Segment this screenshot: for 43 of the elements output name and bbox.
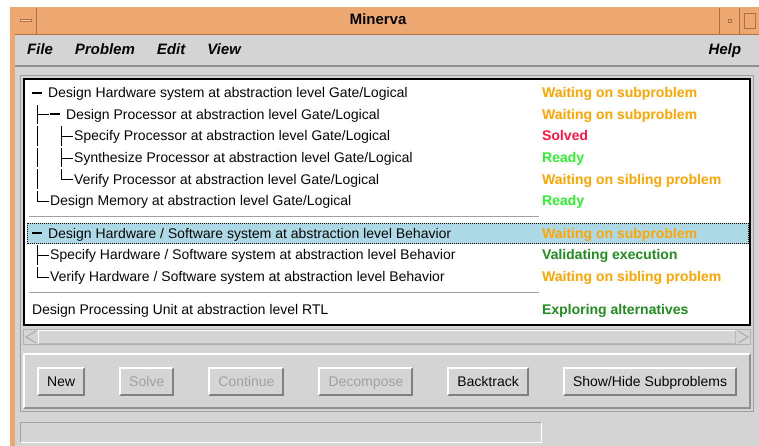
tree-row[interactable]: Verify Hardware / Software system at abstraction level Behavior Waiting on sibling problem: [27, 266, 749, 288]
problem-label: Design Hardware / Software system at abstraction level Behavior: [48, 224, 452, 243]
problem-status: Waiting on sibling problem: [542, 170, 722, 189]
problem-status: Solved: [542, 126, 588, 146]
scroll-left-icon[interactable]: [24, 330, 38, 344]
problem-status: Ready: [542, 148, 584, 168]
problem-label: Specify Hardware / Software system at abstraction level Behavior: [50, 245, 456, 264]
action-button[interactable]: New: [37, 366, 86, 396]
tree-row[interactable]: Design Processing Unit at abstraction level RTL Exploring alternatives: [27, 298, 749, 320]
problem-label: Design Processor at abstraction level Gate/Logical: [66, 104, 380, 124]
maximize-button[interactable]: [739, 8, 759, 34]
problem-status: Waiting on sibling problem: [542, 267, 722, 286]
problem-status: Waiting on subproblem: [542, 224, 698, 243]
problem-label: Synthesize Processor at abstraction level Gate/Logical: [74, 148, 413, 168]
tree-row[interactable]: Design Hardware system at abstraction level Gate/Logical Waiting on subproblem: [27, 82, 749, 104]
problem-status: Waiting on subproblem: [542, 104, 698, 124]
tree-row[interactable]: Design Hardware / Software system at abstraction level Behavior Waiting on subproblem: [27, 222, 749, 244]
tree-row[interactable]: Design Processor at abstraction level Gate/Logical Waiting on subproblem: [27, 104, 749, 126]
scroll-right-icon[interactable]: [736, 330, 750, 344]
tree-row[interactable]: Design Memory at abstraction level Gate/Logical Ready: [27, 190, 749, 212]
problem-label: Verify Hardware / Software system at abstraction level Behavior: [50, 267, 445, 286]
tree-row[interactable]: Verify Processor at abstraction level Gate/Logical Waiting on sibling problem: [27, 168, 749, 190]
problem-label: Design Hardware system at abstraction level Gate/Logical: [48, 83, 408, 102]
problem-status: Validating execution: [542, 245, 678, 264]
problem-label: Design Processing Unit at abstraction level RTL: [32, 300, 328, 319]
tree-row[interactable]: Specify Hardware / Software system at abstraction level Behavior Validating execution: [27, 244, 749, 266]
problem-status: Ready: [542, 191, 584, 210]
action-button[interactable]: Show/Hide Subproblems: [562, 366, 737, 396]
menu-item[interactable]: View: [207, 38, 241, 62]
menu-item[interactable]: Problem: [74, 38, 135, 62]
menu-item[interactable]: Edit: [156, 38, 186, 62]
tree-row[interactable]: Synthesize Processor at abstraction level Gate/Logical Ready: [27, 146, 749, 168]
horizontal-scrollbar[interactable]: [23, 329, 751, 345]
tree-row[interactable]: Specify Processor at abstraction level Gate/Logical Solved: [27, 125, 749, 147]
menu-item[interactable]: File: [27, 38, 53, 62]
problem-label: Verify Processor at abstraction level Gate/Logical: [74, 170, 380, 189]
window-title: Minerva: [348, 10, 408, 30]
problem-label: Specify Processor at abstraction level Gate/Logical: [74, 126, 390, 146]
problem-status: Exploring alternatives: [542, 300, 688, 319]
problem-label: Design Memory at abstraction level Gate/Logical: [50, 191, 352, 210]
problem-status: Waiting on subproblem: [542, 83, 698, 102]
action-button[interactable]: Backtrack: [447, 366, 529, 396]
menu-item[interactable]: Help: [708, 38, 741, 62]
